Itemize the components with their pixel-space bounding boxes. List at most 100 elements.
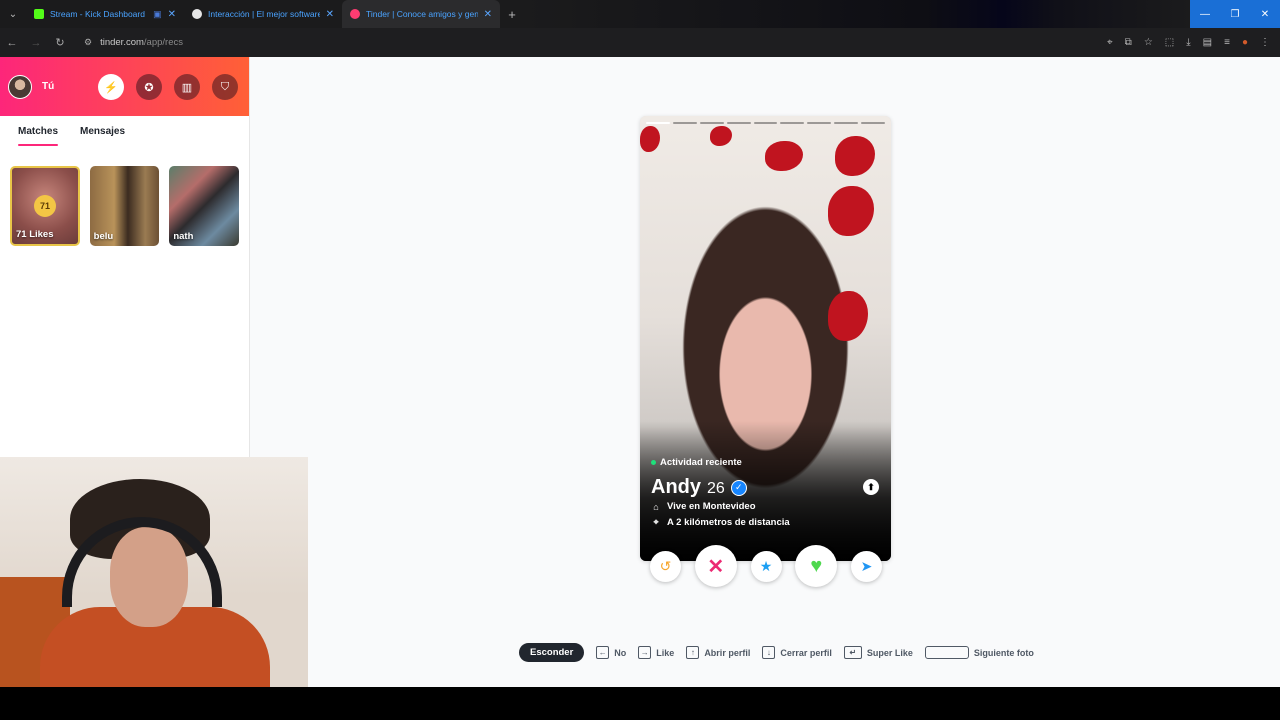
close-tab-icon[interactable]: ✕ bbox=[168, 9, 176, 20]
petal-decoration bbox=[765, 141, 803, 171]
profile-name-row: Andy 26 ✓ bbox=[651, 476, 747, 499]
tabbar-drag-area bbox=[524, 0, 1190, 28]
up-arrow-key-icon: ↑ bbox=[686, 646, 700, 659]
space-key-icon bbox=[924, 646, 969, 659]
tab-title: Tinder | Conoce amigos y gent bbox=[366, 9, 478, 19]
back-icon[interactable]: ← bbox=[0, 37, 24, 49]
photo-progress-segment bbox=[646, 122, 670, 124]
enter-key-icon: ↵ bbox=[843, 646, 862, 659]
tab-title: Stream - Kick Dashboard bbox=[50, 9, 145, 19]
install-app-icon[interactable]: ⧉ bbox=[1125, 37, 1132, 48]
petal-decoration bbox=[828, 291, 868, 341]
site-info-icon[interactable]: ⚙ bbox=[84, 37, 92, 48]
photo-progress-segment bbox=[672, 122, 697, 124]
shortcut-next-photo: Siguiente foto bbox=[924, 646, 1034, 659]
right-arrow-key-icon: → bbox=[638, 646, 652, 659]
photo-progress-segment bbox=[807, 122, 832, 124]
nope-button[interactable]: ✕ bbox=[694, 545, 737, 587]
boost-send-button[interactable]: ➤ bbox=[851, 550, 882, 582]
interaccion-favicon-icon bbox=[192, 9, 202, 19]
photo-progress-segment bbox=[861, 122, 886, 124]
tab-kick-dashboard[interactable]: Stream - Kick Dashboard ▣ ✕ bbox=[26, 0, 184, 28]
activity-label: Actividad reciente bbox=[660, 457, 742, 468]
location-icon[interactable]: ⌖ bbox=[1107, 37, 1113, 48]
shortcut-like: → Like bbox=[638, 646, 674, 659]
likes-label: 71 Likes bbox=[16, 229, 54, 240]
tab-interaccion[interactable]: Interacción | El mejor software ✕ bbox=[184, 0, 342, 28]
rewind-button[interactable]: ↺ bbox=[650, 550, 681, 582]
restore-button[interactable]: ❐ bbox=[1220, 0, 1250, 28]
new-tab-button[interactable]: + bbox=[500, 7, 524, 22]
url-field[interactable]: ⚙ tinder.com/app/recs bbox=[78, 32, 778, 54]
like-button[interactable]: ♥ bbox=[795, 545, 838, 587]
reload-icon[interactable]: ↻ bbox=[48, 36, 72, 49]
location-pin-icon: ⌖ bbox=[653, 517, 659, 527]
cast-icon: ▣ bbox=[153, 8, 162, 19]
profile-card[interactable]: Actividad reciente Andy 26 ✓ ⬆ ⌂ Vive en… bbox=[640, 116, 891, 561]
tab-title: Interacción | El mejor software bbox=[208, 9, 320, 19]
photo-progress-segment bbox=[753, 122, 778, 124]
lives-in-label: Vive en Montevideo bbox=[667, 501, 756, 512]
tab-messages[interactable]: Mensajes bbox=[80, 126, 125, 146]
tab-matches[interactable]: Matches bbox=[18, 126, 59, 146]
petal-decoration bbox=[710, 126, 732, 146]
photo-progress-segment bbox=[834, 122, 859, 124]
avatar[interactable] bbox=[8, 74, 32, 99]
briefcase-icon[interactable]: ▥ bbox=[174, 74, 200, 100]
matches-list: 71 71 Likes belu nath bbox=[0, 146, 249, 246]
shortcut-label: Super Like bbox=[866, 647, 913, 658]
url-host: tinder.com bbox=[100, 37, 144, 48]
match-name: nath bbox=[173, 231, 194, 242]
tab-tinder[interactable]: Tinder | Conoce amigos y gent ✕ bbox=[342, 0, 500, 28]
shortcut-label: No bbox=[614, 647, 627, 658]
shortcut-label: Like bbox=[656, 647, 675, 658]
explore-compass-icon[interactable]: ✪ bbox=[136, 74, 162, 100]
verified-badge-icon: ✓ bbox=[730, 479, 747, 496]
keyboard-shortcuts: Esconder ← No → Like ↑ Abrir perfil ↓ Ce… bbox=[519, 643, 1034, 662]
bottom-letterbox bbox=[308, 687, 1280, 720]
profile-name: Andy bbox=[651, 476, 701, 498]
close-tab-icon[interactable]: ✕ bbox=[326, 9, 334, 20]
match-name: belu bbox=[93, 231, 114, 242]
hide-shortcuts-button[interactable]: Esconder bbox=[519, 643, 585, 662]
distance-label: A 2 kilómetros de distancia bbox=[667, 517, 790, 528]
tinder-favicon-icon bbox=[350, 9, 360, 19]
close-tab-icon[interactable]: ✕ bbox=[484, 9, 492, 20]
url-path: /app/recs bbox=[143, 37, 183, 48]
match-card-nath[interactable]: nath bbox=[169, 166, 239, 246]
petal-decoration bbox=[640, 126, 660, 152]
bookmark-star-icon[interactable]: ☆ bbox=[1144, 37, 1153, 48]
browser-tab-bar: ⌄ Stream - Kick Dashboard ▣ ✕ Interacció… bbox=[0, 0, 1280, 28]
minimize-button[interactable]: — bbox=[1190, 0, 1220, 28]
photo-progress bbox=[646, 122, 886, 124]
activity-status: Actividad reciente bbox=[651, 457, 742, 468]
profile-label[interactable]: Tú bbox=[42, 81, 54, 92]
likes-count-badge: 71 bbox=[34, 195, 56, 217]
likes-card[interactable]: 71 71 Likes bbox=[10, 166, 80, 246]
kick-favicon-icon bbox=[34, 9, 44, 19]
forward-icon[interactable]: → bbox=[24, 37, 48, 49]
boost-bolt-icon[interactable]: ⚡ bbox=[98, 74, 124, 100]
lives-in-line: ⌂ Vive en Montevideo bbox=[651, 501, 756, 512]
shortcut-open-profile: ↑ Abrir perfil bbox=[686, 646, 750, 659]
sidebar-header: Tú ⚡ ✪ ▥ ⛉ bbox=[0, 57, 249, 116]
open-profile-icon[interactable]: ⬆ bbox=[863, 479, 879, 495]
photo-progress-segment bbox=[780, 122, 805, 124]
menu-icon[interactable]: ⋮ bbox=[1260, 37, 1270, 48]
close-window-button[interactable]: ✕ bbox=[1250, 0, 1280, 28]
photo-progress-segment bbox=[726, 122, 751, 124]
super-like-button[interactable]: ★ bbox=[750, 550, 782, 582]
shortcut-super-like: ↵ Super Like bbox=[843, 646, 913, 659]
tab-search-icon[interactable]: ⌄ bbox=[0, 0, 26, 28]
petal-decoration bbox=[828, 186, 874, 236]
match-card-belu[interactable]: belu bbox=[89, 166, 160, 246]
cast-icon[interactable]: ▤ bbox=[1203, 37, 1212, 48]
safety-shield-icon[interactable]: ⛉ bbox=[212, 74, 238, 100]
media-icon[interactable]: ≡ bbox=[1224, 37, 1230, 48]
extensions-icon[interactable]: ⬚ bbox=[1165, 37, 1174, 48]
petal-decoration bbox=[835, 136, 875, 176]
download-icon[interactable]: ⤓ bbox=[1186, 37, 1190, 48]
profile-avatar-icon[interactable]: ● bbox=[1242, 37, 1248, 48]
tinder-page: Tú ⚡ ✪ ▥ ⛉ Matches Mensajes 71 71 Likes … bbox=[0, 57, 1280, 687]
down-arrow-key-icon: ↓ bbox=[762, 646, 776, 659]
